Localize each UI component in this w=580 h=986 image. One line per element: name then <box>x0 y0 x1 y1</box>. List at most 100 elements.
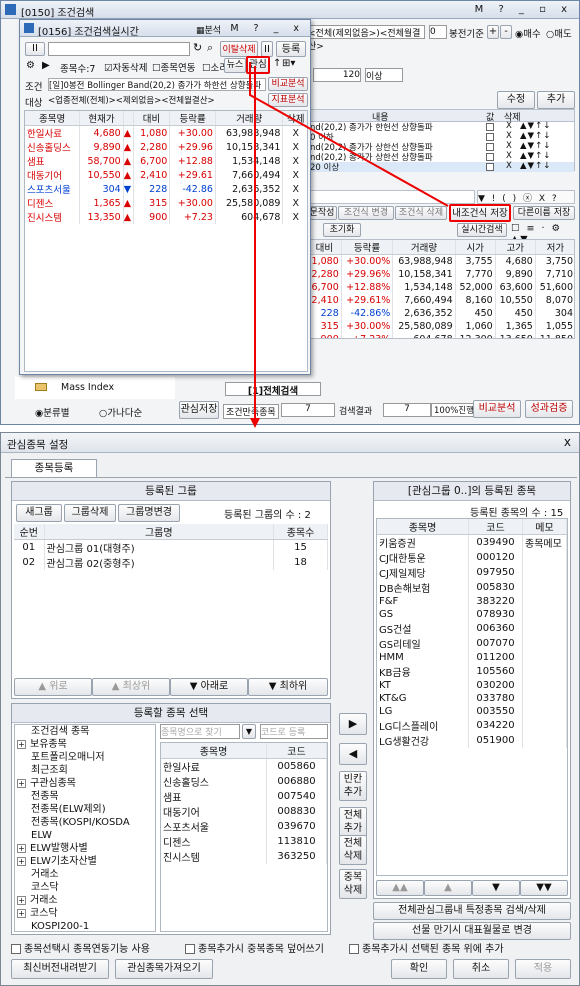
candidate-row[interactable]: 샘표 007540 <box>161 789 327 804</box>
candidate-list: 종목명 코드 한일사료 005860 신송홀딩스 006880 샘표 007540 대동기어… <box>160 742 328 932</box>
candidate-row[interactable]: 진시스템 363250 <box>161 849 327 864</box>
tab-register[interactable]: 종목등록 <box>11 459 97 477</box>
expand-icon[interactable]: + <box>17 896 26 905</box>
registered-code: 039490 <box>468 534 523 550</box>
option-insert-above[interactable]: 종목추가시 선택된 종목 위에 추가 <box>349 940 504 955</box>
registered-row[interactable]: LG 003550 <box>377 705 567 718</box>
name-search-input[interactable]: 종목명으로 찾기 <box>160 724 240 739</box>
option-link[interactable]: 종목선택시 종목연동기능 사용 <box>11 940 150 955</box>
tree-node[interactable]: + 코스닥 <box>15 907 155 920</box>
reg-move-up-button[interactable]: ▲ <box>424 880 472 896</box>
registered-row[interactable]: KT&G 033780 <box>377 692 567 705</box>
add-right-button[interactable]: ▶ <box>339 713 367 735</box>
rename-group-button[interactable]: 그룹명변경 <box>118 504 180 522</box>
registered-name: F&F <box>377 595 469 608</box>
reg-move-top-button[interactable]: ▲▲ <box>376 880 424 896</box>
tree-node[interactable]: 최근조회 <box>15 764 155 777</box>
ok-button[interactable]: 확인 <box>391 959 447 979</box>
reg-col-memo: 메모 <box>522 519 567 535</box>
registered-row[interactable]: 키움증권 039490 종목메모 <box>377 534 567 550</box>
group-row[interactable]: 02 관심그룹 02(중형주) 18 <box>14 555 328 570</box>
candidate-code: 007540 <box>266 789 327 804</box>
candidate-row[interactable]: 디젠스 113810 <box>161 834 327 849</box>
expand-icon[interactable]: + <box>17 857 26 866</box>
name-search-dropdown[interactable]: ▼ <box>242 724 256 739</box>
add-all-button[interactable]: 전체 추가 <box>339 807 367 837</box>
code-register-input[interactable]: 코드로 등록 <box>260 724 328 739</box>
maturity-button[interactable]: 선물 만기시 대표월물로 변경 <box>373 922 571 940</box>
apply-button[interactable]: 적용 <box>515 959 571 979</box>
tree-node[interactable]: KOSPI200-1 <box>15 920 155 931</box>
cancel-button[interactable]: 취소 <box>453 959 509 979</box>
option-link-checkbox[interactable] <box>11 944 21 954</box>
registered-row[interactable]: DB손해보험 005830 <box>377 580 567 595</box>
expand-icon[interactable]: + <box>17 740 26 749</box>
remove-left-button[interactable]: ◀ <box>339 743 367 765</box>
registered-code: 003550 <box>468 705 523 718</box>
registered-row[interactable]: KT 030200 <box>377 679 567 692</box>
tree-node[interactable]: + 거래소 <box>15 894 155 907</box>
registered-row[interactable]: GS 078930 <box>377 608 567 621</box>
option-overwrite[interactable]: 종목추가시 중복종목 덮어쓰기 <box>185 940 324 955</box>
registered-row[interactable]: CJ대한통운 000120 <box>377 550 567 565</box>
reg-move-bottom-button[interactable]: ▼▼ <box>520 880 568 896</box>
search-specific-button[interactable]: 전체관심그룹내 특정종목 검색/삭제 <box>373 902 571 920</box>
tree-node[interactable]: 전종목(ELW제외) <box>15 803 155 816</box>
delete-dup-button[interactable]: 중복 삭제 <box>339 869 367 899</box>
move-down-button[interactable]: ▼ 아래로 <box>170 678 248 696</box>
move-up-button[interactable]: ▲ 위로 <box>14 678 92 696</box>
delete-group-button[interactable]: 그룹삭제 <box>64 504 116 522</box>
import-interest-button[interactable]: 관심종목가져오기 <box>115 959 213 979</box>
dialog-titlebar: 관심종목 설정 x <box>1 433 579 453</box>
registered-row[interactable]: GS건설 006360 <box>377 621 567 636</box>
download-latest-button[interactable]: 최신버전내려받기 <box>11 959 109 979</box>
registered-row[interactable]: F&F 383220 <box>377 595 567 608</box>
candidate-name: 스포츠서울 <box>161 819 267 834</box>
expand-icon[interactable]: + <box>17 844 26 853</box>
tree-node[interactable]: 포트폴리오매니저 <box>15 751 155 764</box>
registered-row[interactable]: CJ제일제당 097950 <box>377 565 567 580</box>
tree-node[interactable]: ELW <box>15 829 155 842</box>
registered-row[interactable]: GS리테일 007070 <box>377 636 567 651</box>
delete-all-button[interactable]: 전체 삭제 <box>339 835 367 865</box>
tree-node[interactable]: 전종목(KOSPI/KOSDA <box>15 816 155 829</box>
dialog-close-icon[interactable]: x <box>564 435 571 449</box>
new-group-button[interactable]: 새그룹 <box>16 504 62 522</box>
candidate-row[interactable]: 신송홀딩스 006880 <box>161 774 327 789</box>
expand-icon[interactable]: + <box>17 909 26 918</box>
tree-node[interactable]: 조건검색 종목 <box>15 725 155 738</box>
registered-name: DB손해보험 <box>377 580 469 595</box>
group-row[interactable]: 01 관심그룹 01(대형주) 15 <box>14 539 328 555</box>
candidate-row[interactable]: 한일사료 005860 <box>161 758 327 774</box>
tree-node[interactable]: + 구관심종목 <box>15 777 155 790</box>
registered-row[interactable]: LG생활건강 051900 <box>377 733 567 748</box>
registered-memo <box>522 664 567 679</box>
tree-node[interactable]: + ELW발행사별 <box>15 842 155 855</box>
candidate-name: 디젠스 <box>161 834 267 849</box>
registered-memo <box>522 595 567 608</box>
registered-name: KB금융 <box>377 664 469 679</box>
tree-node[interactable]: + 보유종목 <box>15 738 155 751</box>
tree-node[interactable]: + ELW기초자산별 <box>15 855 155 868</box>
registered-name: GS건설 <box>377 621 469 636</box>
candidate-row[interactable]: 스포츠서울 039670 <box>161 819 327 834</box>
add-blank-button[interactable]: 빈칸 추가 <box>339 771 367 801</box>
registered-name: 키움증권 <box>377 534 469 550</box>
registered-row[interactable]: KB금융 105560 <box>377 664 567 679</box>
move-top-button[interactable]: ▲ 최상위 <box>92 678 170 696</box>
candidate-code: 039670 <box>266 819 327 834</box>
tree-node[interactable]: 전종목 <box>15 790 155 803</box>
move-bottom-button[interactable]: ▼ 최하위 <box>248 678 328 696</box>
reg-move-down-button[interactable]: ▼ <box>472 880 520 896</box>
option-overwrite-checkbox[interactable] <box>185 944 195 954</box>
candidate-code: 008830 <box>266 804 327 819</box>
dialog-title: 관심종목 설정 <box>7 439 69 451</box>
candidate-row[interactable]: 대동기어 008830 <box>161 804 327 819</box>
expand-icon[interactable]: + <box>17 779 26 788</box>
group-count: 15 <box>273 539 328 555</box>
tree-node[interactable]: 코스닥 <box>15 881 155 894</box>
registered-row[interactable]: HMM 011200 <box>377 651 567 664</box>
registered-row[interactable]: LG디스플레이 034220 <box>377 718 567 733</box>
option-insert-checkbox[interactable] <box>349 944 359 954</box>
tree-node[interactable]: 거래소 <box>15 868 155 881</box>
